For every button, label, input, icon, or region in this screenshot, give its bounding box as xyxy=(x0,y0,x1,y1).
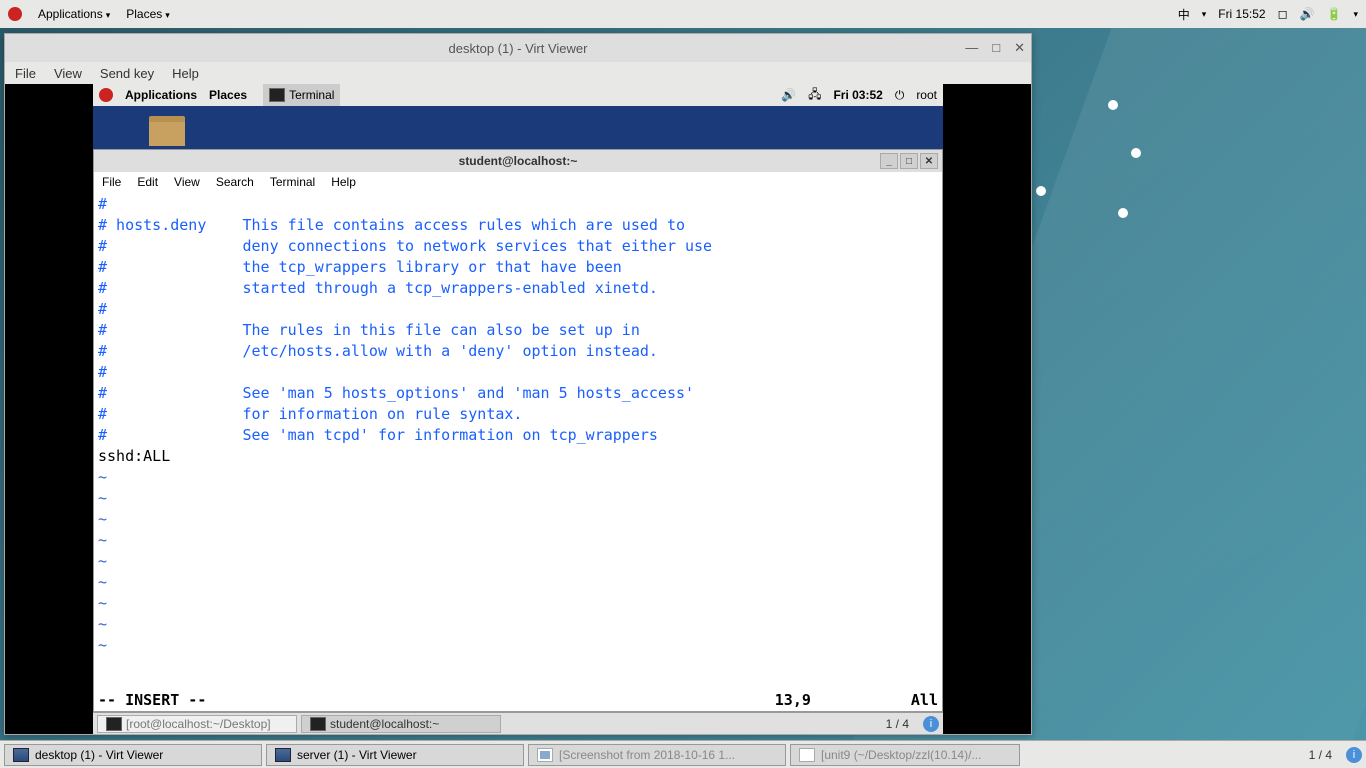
virt-menu-sendkey[interactable]: Send key xyxy=(100,66,154,81)
file-line: # The rules in this file can also be set… xyxy=(98,321,640,339)
file-line: # the tcp_wrappers library or that have … xyxy=(98,258,622,276)
terminal-window: student@localhost:~ _ □ ✕ File Edit View… xyxy=(93,149,943,712)
virt-titlebar[interactable]: desktop (1) - Virt Viewer — □ ✕ xyxy=(5,34,1031,62)
minimize-button[interactable]: — xyxy=(965,40,978,56)
workspace-indicator[interactable]: 1 / 4 xyxy=(1303,748,1338,762)
term-menu-terminal[interactable]: Terminal xyxy=(270,175,315,189)
guest-taskbar: [root@localhost:~/Desktop] student@local… xyxy=(93,712,943,734)
terminal-icon xyxy=(310,717,326,731)
task-virt-server[interactable]: server (1) - Virt Viewer xyxy=(266,744,524,766)
term-maximize-button[interactable]: □ xyxy=(900,153,918,169)
battery-icon[interactable]: 🔋 xyxy=(1327,7,1342,21)
applications-menu[interactable]: Applications xyxy=(38,7,110,21)
close-button[interactable]: ✕ xyxy=(1014,40,1025,56)
term-menu-help[interactable]: Help xyxy=(331,175,356,189)
vim-mode: -- INSERT -- xyxy=(98,690,206,711)
terminal-menubar: File Edit View Search Terminal Help xyxy=(94,172,942,192)
guest-power-icon[interactable]: ⏻ xyxy=(895,88,905,103)
term-menu-edit[interactable]: Edit xyxy=(137,175,158,189)
terminal-body[interactable]: # # hosts.deny This file contains access… xyxy=(94,192,942,711)
guest-workspace-indicator[interactable]: 1 / 4 xyxy=(880,717,915,731)
outer-taskbar: desktop (1) - Virt Viewer server (1) - V… xyxy=(0,740,1366,768)
guest-redhat-icon xyxy=(99,88,113,102)
guest-task-root-terminal[interactable]: [root@localhost:~/Desktop] xyxy=(97,715,297,733)
guest-user-label[interactable]: root xyxy=(916,88,937,102)
file-line: # for information on rule syntax. xyxy=(98,405,522,423)
guest-desktop: Applications Places Terminal 🔊 🖧 Fri 03:… xyxy=(93,84,943,734)
terminal-icon xyxy=(269,88,285,102)
terminal-titlebar[interactable]: student@localhost:~ _ □ ✕ xyxy=(94,150,942,172)
task-screenshot[interactable]: [Screenshot from 2018-10-16 1... xyxy=(528,744,786,766)
term-menu-file[interactable]: File xyxy=(102,175,121,189)
document-icon xyxy=(799,748,815,762)
vim-tilde: ~ xyxy=(98,594,107,612)
term-menu-view[interactable]: View xyxy=(174,175,200,189)
term-menu-search[interactable]: Search xyxy=(216,175,254,189)
guest-places-menu[interactable]: Places xyxy=(209,88,247,102)
guest-applications-menu[interactable]: Applications xyxy=(125,88,197,102)
virt-menu-file[interactable]: File xyxy=(15,66,36,81)
ime-chevron-icon: ▾ xyxy=(1202,9,1207,20)
vim-status-line: -- INSERT -- 13,9 All xyxy=(98,690,938,711)
terminal-title-text: student@localhost:~ xyxy=(459,154,578,168)
vim-scroll: All xyxy=(911,690,938,711)
guest-network-icon[interactable]: 🖧 xyxy=(808,85,821,106)
window-icon[interactable]: ◻ xyxy=(1278,7,1288,21)
guest-task-student-terminal[interactable]: student@localhost:~ xyxy=(301,715,501,733)
vim-tilde: ~ xyxy=(98,636,107,654)
file-line: # started through a tcp_wrappers-enabled… xyxy=(98,279,658,297)
term-close-button[interactable]: ✕ xyxy=(920,153,938,169)
virt-menubar: File View Send key Help xyxy=(5,62,1031,84)
info-icon[interactable]: i xyxy=(923,716,939,732)
home-folder-icon[interactable] xyxy=(149,116,185,146)
vim-tilde: ~ xyxy=(98,552,107,570)
task-virt-desktop[interactable]: desktop (1) - Virt Viewer xyxy=(4,744,262,766)
guest-open-terminal-tab[interactable]: Terminal xyxy=(263,84,340,106)
monitor-icon xyxy=(13,748,29,762)
file-line: # xyxy=(98,363,107,381)
file-line: # deny connections to network services t… xyxy=(98,237,712,255)
term-minimize-button[interactable]: _ xyxy=(880,153,898,169)
vim-tilde: ~ xyxy=(98,531,107,549)
sys-chevron-icon: ▾ xyxy=(1353,9,1358,20)
outer-top-panel: Applications Places 中 ▾ Fri 15:52 ◻ 🔊 🔋 … xyxy=(0,0,1366,28)
places-menu[interactable]: Places xyxy=(126,7,170,21)
guest-volume-icon[interactable]: 🔊 xyxy=(781,88,796,102)
ime-indicator[interactable]: 中 xyxy=(1178,6,1190,23)
virt-viewer-window: desktop (1) - Virt Viewer — □ ✕ File Vie… xyxy=(4,33,1032,735)
task-unit9-doc[interactable]: [unit9 (~/Desktop/zzl(10.14)/... xyxy=(790,744,1020,766)
file-line: # hosts.deny This file contains access r… xyxy=(98,216,685,234)
virt-menu-view[interactable]: View xyxy=(54,66,82,81)
virt-title-text: desktop (1) - Virt Viewer xyxy=(449,41,588,56)
guest-top-panel: Applications Places Terminal 🔊 🖧 Fri 03:… xyxy=(93,84,943,106)
vim-tilde: ~ xyxy=(98,615,107,633)
file-line: sshd:ALL xyxy=(98,447,170,465)
vim-tilde: ~ xyxy=(98,573,107,591)
file-line: # xyxy=(98,195,107,213)
vim-tilde: ~ xyxy=(98,489,107,507)
vim-cursor-pos: 13,9 xyxy=(775,690,811,711)
file-line: # /etc/hosts.allow with a 'deny' option … xyxy=(98,342,658,360)
vim-tilde: ~ xyxy=(98,510,107,528)
file-line: # See 'man tcpd' for information on tcp_… xyxy=(98,426,658,444)
clock[interactable]: Fri 15:52 xyxy=(1218,7,1265,21)
redhat-icon xyxy=(8,7,22,21)
guest-clock[interactable]: Fri 03:52 xyxy=(833,88,882,102)
terminal-icon xyxy=(106,717,122,731)
virt-display[interactable]: Applications Places Terminal 🔊 🖧 Fri 03:… xyxy=(5,84,1031,734)
file-line: # xyxy=(98,300,107,318)
vim-tilde: ~ xyxy=(98,468,107,486)
image-icon xyxy=(537,748,553,762)
volume-icon[interactable]: 🔊 xyxy=(1300,7,1315,21)
monitor-icon xyxy=(275,748,291,762)
info-icon[interactable]: i xyxy=(1346,747,1362,763)
virt-menu-help[interactable]: Help xyxy=(172,66,199,81)
file-line: # See 'man 5 hosts_options' and 'man 5 h… xyxy=(98,384,694,402)
maximize-button[interactable]: □ xyxy=(992,40,1000,56)
